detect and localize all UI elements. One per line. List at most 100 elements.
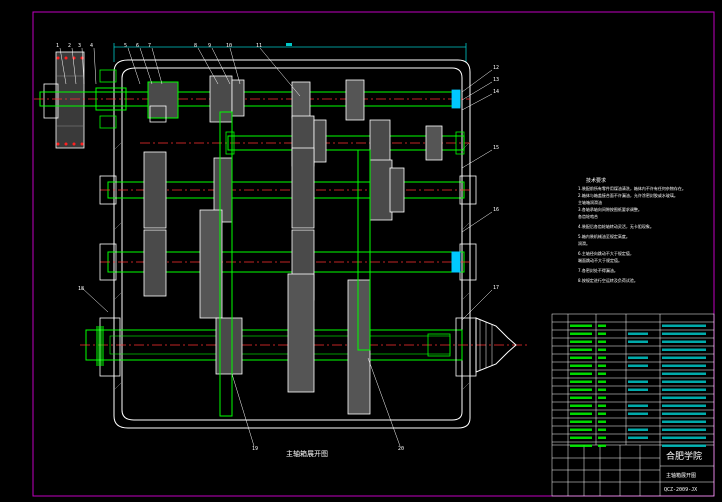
drawing-number: QCZ-2009-JX — [664, 487, 697, 493]
input-pulley — [43, 51, 85, 149]
table-cell-text-mark — [598, 348, 606, 351]
table-cell-text-mark — [570, 444, 592, 447]
table-cell-text-mark — [570, 324, 592, 327]
tech-req-line: 端面跳动不大于规定值。 — [578, 257, 622, 263]
tech-req-line: 各齿轮啮合 — [578, 213, 598, 219]
table-cell-text-mark — [598, 420, 606, 423]
table-cell-text-mark — [570, 380, 592, 383]
table-cell-text-mark — [598, 332, 606, 335]
table-cell-text-mark — [628, 436, 648, 439]
leader-lines — [59, 47, 493, 447]
table-cell-text-mark — [662, 396, 706, 399]
drawing-name: 主轴箱展开图 — [666, 472, 696, 479]
table-cell-text-mark — [570, 364, 592, 367]
table-cell-text-mark — [662, 412, 706, 415]
shaft-3 — [99, 147, 477, 229]
table-cell-text-mark — [662, 356, 706, 359]
table-cell-text-mark — [570, 388, 592, 391]
balloon-15: 15 — [493, 145, 499, 151]
table-cell-text-mark — [570, 332, 592, 335]
table-cell-text-mark — [662, 364, 706, 367]
table-cell-text-mark — [628, 380, 648, 383]
tech-req-line: 3.各轴承轴向间隙按图纸要求调整。 — [578, 206, 642, 212]
table-cell-text-mark — [598, 436, 606, 439]
table-cell-text-mark — [598, 364, 606, 367]
table-cell-text-mark — [662, 324, 706, 327]
table-cell-text-mark — [628, 356, 648, 359]
table-cell-text-mark — [662, 404, 706, 407]
tech-req-line: 1.装配前所有零件用煤油清洗，箱体内不许有任何杂物存在。 — [578, 185, 686, 191]
balloon-8: 8 — [194, 43, 197, 49]
cad-drawing-canvas: 1 2 3 4 5 6 7 8 9 10 11 12 13 14 15 16 1… — [32, 11, 715, 497]
table-cell-text-mark — [628, 388, 648, 391]
school-name: 合肥学院 — [666, 450, 702, 462]
table-cell-text-mark — [598, 324, 606, 327]
table-cell-text-mark — [570, 372, 592, 375]
table-cell-text-mark — [598, 340, 606, 343]
tech-requirements: 技术要求 1.装配前所有零件用煤油清洗，箱体内不许有任何杂物存在。 2.箱体与箱… — [578, 177, 686, 283]
table-cell-text-mark — [570, 396, 592, 399]
table-cell-text-mark — [628, 404, 648, 407]
balloon-7: 7 — [148, 43, 151, 49]
view-title: 主轴箱展开图 — [286, 449, 328, 458]
table-cell-text-mark — [598, 444, 606, 447]
table-cell-text-mark — [662, 348, 706, 351]
table-cell-text-mark — [662, 436, 706, 439]
balloon-3: 3 — [78, 43, 81, 49]
balloon-9: 9 — [208, 43, 211, 49]
tech-req-line: 6.主轴径向跳动不大于规定值， — [578, 250, 634, 256]
tech-req-line: 主轴箱润滑油 — [578, 199, 602, 205]
table-cell-text-mark — [662, 372, 706, 375]
top-dimension — [113, 43, 467, 62]
balloon-14: 14 — [493, 89, 499, 95]
table-cell-text-mark — [598, 388, 606, 391]
table-cell-text-mark — [628, 428, 648, 431]
balloon-6: 6 — [136, 43, 139, 49]
table-cell-text-mark — [598, 396, 606, 399]
table-cell-text-mark — [598, 380, 606, 383]
table-cell-text-mark — [662, 444, 706, 447]
tech-req-line: 8.按规定进行空运转及负荷试验。 — [578, 277, 638, 283]
table-cell-text-mark — [628, 364, 648, 367]
table-cell-text-mark — [570, 340, 592, 343]
table-cell-text-mark — [570, 436, 592, 439]
table-cell-text-mark — [598, 428, 606, 431]
table-cell-text-mark — [598, 356, 606, 359]
balloon-18: 18 — [78, 286, 84, 292]
table-cell-text-mark — [628, 412, 648, 415]
table-cell-text-mark — [628, 332, 648, 335]
tech-req-line: 5.箱内装机械油至规定高度。 — [578, 233, 630, 239]
table-cell-text-mark — [598, 412, 606, 415]
balloon-20: 20 — [398, 446, 404, 452]
table-cell-text-mark — [662, 340, 706, 343]
table-cell-text-mark — [662, 388, 706, 391]
table-cell-text-mark — [570, 412, 592, 415]
tech-req-line: 润滑。 — [578, 240, 590, 246]
table-cell-text-mark — [570, 356, 592, 359]
table-cell-text-mark — [662, 428, 706, 431]
tech-req-line: 7.各密封处不得漏油。 — [578, 267, 618, 273]
balloon-11: 11 — [256, 43, 262, 49]
balloon-19: 19 — [252, 446, 258, 452]
table-cell-text-mark — [570, 404, 592, 407]
balloon-1: 1 — [56, 43, 59, 49]
table-cell-text-mark — [570, 420, 592, 423]
balloon-13: 13 — [493, 77, 499, 83]
tech-req-line: 2.箱体与箱盖接合面不许漏油，允许涂密封胶或水玻璃。 — [578, 192, 678, 198]
table-cell-text-mark — [570, 348, 592, 351]
table-cell-text-mark — [570, 428, 592, 431]
table-cell-text-mark — [662, 420, 706, 423]
table-cell-text-mark — [662, 380, 706, 383]
balloon-2: 2 — [68, 43, 71, 49]
balloon-10: 10 — [226, 43, 232, 49]
table-cell-text-mark — [598, 404, 606, 407]
balloon-17: 17 — [493, 285, 499, 291]
tech-req-heading: 技术要求 — [586, 177, 606, 184]
table-cell-text-mark — [598, 372, 606, 375]
shaft-1 — [34, 69, 470, 129]
balloon-16: 16 — [493, 207, 499, 213]
balloon-5: 5 — [124, 43, 127, 49]
balloon-12: 12 — [493, 65, 499, 71]
table-cell-text-mark — [662, 332, 706, 335]
balloon-4: 4 — [90, 43, 93, 49]
